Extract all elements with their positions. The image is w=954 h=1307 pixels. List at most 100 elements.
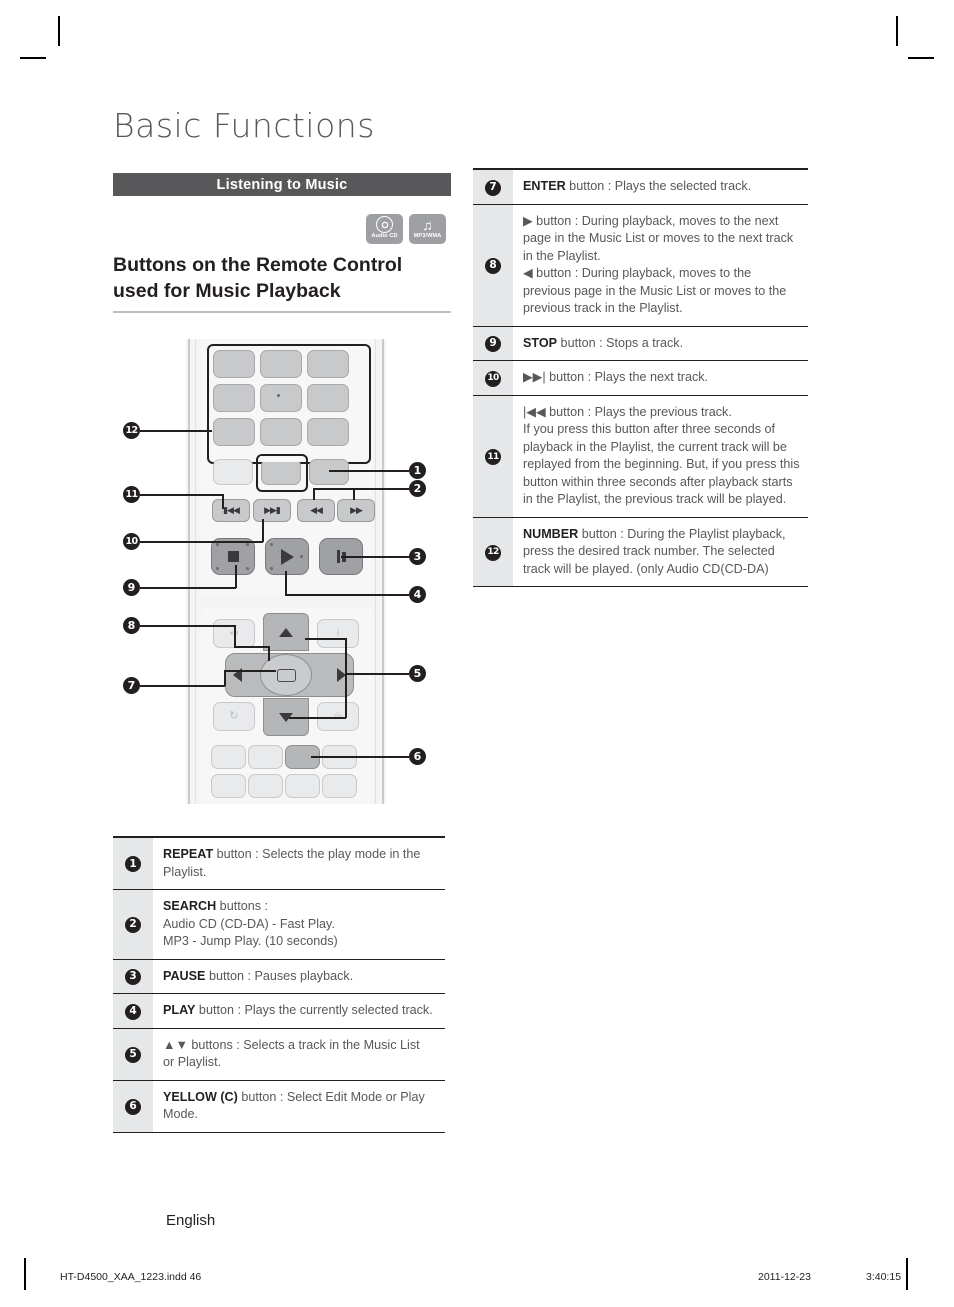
row-number-cell: 7 xyxy=(473,168,513,205)
disc-type-icons: Audio CD ♫ MP3/WMA xyxy=(366,214,446,244)
leader-line-11a xyxy=(140,494,223,496)
return-button[interactable]: ↻ xyxy=(213,702,255,731)
heading-divider xyxy=(113,311,451,313)
callout-badge-12: 12 xyxy=(123,422,140,439)
row-description-cell: ▲▼ buttons : Selects a track in the Musi… xyxy=(153,1028,445,1081)
number-key-8[interactable] xyxy=(260,418,302,446)
number-key-1[interactable] xyxy=(213,350,255,378)
enter-icon xyxy=(276,668,296,682)
row-number-cell: 11 xyxy=(473,395,513,518)
description-line: ◀ button : During playback, moves to the xyxy=(523,266,752,280)
description-line: in the Playlist. xyxy=(523,248,601,263)
info-button[interactable]: i xyxy=(317,619,359,648)
stop-button[interactable] xyxy=(211,538,255,575)
number-key-3[interactable] xyxy=(307,350,349,378)
callout-badge-1: 1 xyxy=(409,462,426,479)
crop-mark-bottom-right-vertical xyxy=(906,1258,908,1290)
table-row: 11 |◀◀ button : Plays the previous track.… xyxy=(473,395,808,518)
color-button-red[interactable] xyxy=(211,745,246,769)
leader-line-10b xyxy=(262,519,264,542)
search-forward-button[interactable]: ▶▶ xyxy=(337,499,375,522)
bottom-button-2[interactable] xyxy=(248,774,283,798)
leader-line-10a xyxy=(140,541,263,543)
up-arrow-icon xyxy=(279,627,293,637)
leader-line-1 xyxy=(329,470,409,472)
color-button-green[interactable] xyxy=(248,745,283,769)
play-icon xyxy=(280,548,294,565)
number-key-0[interactable] xyxy=(261,459,301,485)
description-bold: PLAY xyxy=(163,1003,196,1017)
description-line: ▲▼ buttons : Selects a track in the Musi… xyxy=(163,1037,420,1052)
section-heading: Buttons on the Remote Control used for M… xyxy=(113,254,403,302)
number-pad-outline-mask xyxy=(260,456,300,462)
description-line: Playlist. xyxy=(163,864,207,879)
audio-cd-icon-label: Audio CD xyxy=(371,233,398,239)
next-track-button[interactable]: ▶▶▮ xyxy=(253,499,291,522)
row-description-cell: STOP button : Stops a track. xyxy=(513,326,808,361)
leader-line-11b xyxy=(222,494,224,509)
bottom-button-1[interactable] xyxy=(211,774,246,798)
number-key-5[interactable] xyxy=(260,384,302,412)
leader-line-8c xyxy=(234,646,269,648)
row-number-cell: 9 xyxy=(473,326,513,361)
description-line: ENTER button : Plays the selected track. xyxy=(523,179,752,193)
description-line: MP3 - Jump Play. (10 seconds) xyxy=(163,934,338,948)
description-line: |◀◀ button : Plays the previous track. xyxy=(523,404,732,419)
row-number-cell: 1 xyxy=(113,836,153,890)
description-line: If you press this button after three sec… xyxy=(523,422,776,436)
row-description-cell: PLAY button : Plays the currently select… xyxy=(153,993,445,1029)
leader-line-2b xyxy=(313,488,315,500)
row-number-badge: 2 xyxy=(125,917,141,934)
language-label: English xyxy=(166,1212,216,1229)
row-description-cell: ▶ button : During playback, moves to the… xyxy=(513,204,808,327)
row-number-cell: 2 xyxy=(113,889,153,960)
description-bold: REPEAT xyxy=(163,847,214,861)
table-row: 8 ▶ button : During playback, moves to th… xyxy=(473,204,808,327)
leader-line-7a xyxy=(140,685,225,687)
up-arrow-button[interactable] xyxy=(263,613,309,651)
crop-mark-bottom-left-vertical xyxy=(24,1258,26,1290)
number-key-9[interactable] xyxy=(307,418,349,446)
row-description-cell: ENTER button : Plays the selected track. xyxy=(513,168,808,205)
search-backward-button[interactable]: ◀◀ xyxy=(297,499,335,522)
number-key-7[interactable] xyxy=(213,418,255,446)
row-number-badge: 11 xyxy=(485,449,501,466)
previous-track-button[interactable]: ▮◀◀ xyxy=(212,499,250,522)
row-number-cell: 8 xyxy=(473,204,513,327)
row-number-badge: 5 xyxy=(125,1046,141,1063)
row-description-cell: REPEAT button : Selects the play mode in… xyxy=(153,836,445,890)
number-key-4[interactable] xyxy=(213,384,255,412)
row-number-cell: 5 xyxy=(113,1028,153,1081)
number-key-2[interactable] xyxy=(260,350,302,378)
callout-badge-10: 10 xyxy=(123,533,140,550)
bottom-button-3[interactable] xyxy=(285,774,320,798)
callout-badge-4: 4 xyxy=(409,586,426,603)
description-line: press the desired track number. The sele… xyxy=(523,544,775,558)
description-line: STOP button : Stops a track. xyxy=(523,335,684,350)
leader-line-5d xyxy=(345,673,347,718)
number-key-6[interactable] xyxy=(307,384,349,412)
description-bold: PAUSE xyxy=(163,968,206,983)
description-line: page in the Music List or moves to the n… xyxy=(523,231,794,245)
row-number-badge: 1 xyxy=(125,856,141,873)
bottom-button-4[interactable] xyxy=(322,774,357,798)
page-title: Basic Functions xyxy=(113,106,375,145)
leader-line-4b xyxy=(285,594,409,596)
row-number-cell: 6 xyxy=(113,1080,153,1133)
leader-line-9b xyxy=(235,565,237,588)
leader-line-5a xyxy=(345,673,409,675)
audio-cd-icon: Audio CD xyxy=(366,214,403,244)
clear-button[interactable] xyxy=(213,459,253,485)
row-number-cell: 12 xyxy=(473,517,513,587)
remote-right-inner-edge xyxy=(375,339,376,804)
table-right-body: 7 ENTER button : Plays the selected track… xyxy=(473,168,808,587)
row-number-cell: 3 xyxy=(113,959,153,994)
table-row: 12 NUMBER button : During the Playlist pl… xyxy=(473,517,808,587)
table-row: 2 SEARCH buttons : Audio CD (CD-DA) - Fast… xyxy=(113,889,445,960)
repeat-button[interactable] xyxy=(309,459,349,485)
crop-mark-top-right-vertical xyxy=(896,16,898,46)
description-line: PLAY button : Plays the currently select… xyxy=(163,1003,433,1017)
play-button[interactable] xyxy=(265,538,309,575)
leader-line-5b xyxy=(345,638,347,674)
callout-badge-7: 7 xyxy=(123,677,140,694)
